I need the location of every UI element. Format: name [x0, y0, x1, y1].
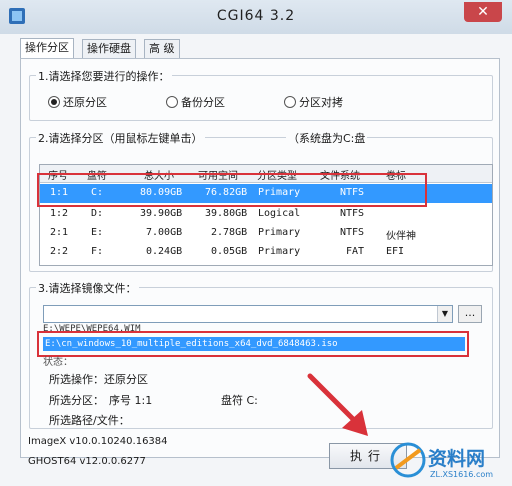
cell-free: 0.05GB — [211, 246, 248, 257]
table-row[interactable]: 2:2 F: 0.24GB 0.05GB Primary FAT EFI — [40, 243, 492, 262]
partition-group-label: 2.请选择分区（用鼠标左键单击） — [36, 130, 205, 146]
radio-clone-indicator — [284, 96, 296, 108]
main-window: 操作分区 操作硬盘 高 级 1.请选择您要进行的操作： 还原分区 备份分区 分区… — [6, 34, 506, 482]
selected-partition-no: 序号 1:1 — [109, 394, 153, 407]
tab-disk[interactable]: 操作硬盘 — [82, 39, 136, 58]
tab-panel: 1.请选择您要进行的操作： 还原分区 备份分区 分区对拷 2.请选择分区（用鼠标… — [20, 58, 500, 458]
cell-fs: FAT — [346, 246, 365, 257]
cell-type: Primary — [258, 227, 301, 238]
table-row[interactable]: 1:2 D: 39.90GB 39.80GB Logical NTFS — [40, 205, 492, 224]
cell-label: EFI — [386, 246, 405, 257]
table-row[interactable]: 2:1 E: 7.00GB 2.78GB Primary NTFS 伙伴神 — [40, 224, 492, 243]
operation-group: 1.请选择您要进行的操作： 还原分区 备份分区 分区对拷 — [29, 68, 493, 121]
selected-partition-label: 所选分区： — [49, 394, 104, 407]
iso-annotation-box — [37, 331, 469, 357]
chevron-down-icon[interactable]: ▼ — [437, 306, 452, 322]
radio-restore-indicator — [48, 96, 60, 108]
watermark-url: ZL.XS1616.com — [430, 470, 494, 479]
cell-no: 2:2 — [50, 246, 69, 257]
system-disk-note: （系统盘为C:盘 — [286, 130, 368, 146]
status-header: 状态： — [43, 357, 73, 368]
radio-restore-label: 还原分区 — [63, 96, 107, 109]
window-title: CGI64 3.2 — [216, 8, 296, 24]
cell-total: 39.90GB — [140, 208, 183, 219]
image-file-input[interactable]: ▼ — [43, 305, 453, 323]
cell-drive: D: — [91, 208, 104, 219]
radio-backup-label: 备份分区 — [181, 96, 225, 109]
radio-clone[interactable]: 分区对拷 — [284, 94, 343, 109]
watermark-text: 资料网 — [428, 448, 486, 470]
tab-advanced[interactable]: 高 级 — [144, 39, 180, 58]
imagex-version: ImageX v10.0.10240.16384 — [28, 436, 168, 447]
watermark-emblem-icon — [390, 442, 426, 478]
selected-partition-drive: 盘符 C: — [221, 394, 258, 407]
cell-free: 2.78GB — [211, 227, 248, 238]
cell-free: 39.80GB — [205, 208, 248, 219]
arrow-annotation-icon — [307, 373, 368, 436]
selected-operation: 所选操作：还原分区 — [49, 373, 148, 386]
cell-no: 2:1 — [50, 227, 69, 238]
ghost-version: GHOST64 v12.0.0.6277 — [28, 456, 146, 467]
watermark-logo: 资料网 ZL.XS1616.com — [388, 438, 510, 484]
radio-restore[interactable]: 还原分区 — [48, 94, 107, 109]
cell-fs: NTFS — [340, 208, 365, 219]
tab-partition[interactable]: 操作分区 — [20, 38, 74, 59]
radio-backup-indicator — [166, 96, 178, 108]
close-button[interactable]: ✕ — [464, 2, 502, 22]
browse-button[interactable]: ... — [458, 305, 482, 323]
row-annotation-box — [37, 173, 427, 207]
radio-backup[interactable]: 备份分区 — [166, 94, 225, 109]
cell-drive: E: — [91, 227, 104, 238]
cell-drive: F: — [91, 246, 104, 257]
operation-group-label: 1.请选择您要进行的操作： — [36, 68, 172, 84]
cell-fs: NTFS — [340, 227, 365, 238]
title-bar: CGI64 3.2 ✕ — [0, 0, 512, 34]
cell-total: 0.24GB — [146, 246, 183, 257]
cell-type: Logical — [258, 208, 301, 219]
image-group-label: 3.请选择镜像文件： — [36, 280, 139, 296]
cell-label: 伙伴神 — [386, 231, 416, 242]
radio-clone-label: 分区对拷 — [299, 96, 343, 109]
cell-type: Primary — [258, 246, 301, 257]
cell-total: 7.00GB — [146, 227, 183, 238]
cell-no: 1:2 — [50, 208, 69, 219]
selected-path: 所选路径/文件： — [49, 414, 130, 427]
